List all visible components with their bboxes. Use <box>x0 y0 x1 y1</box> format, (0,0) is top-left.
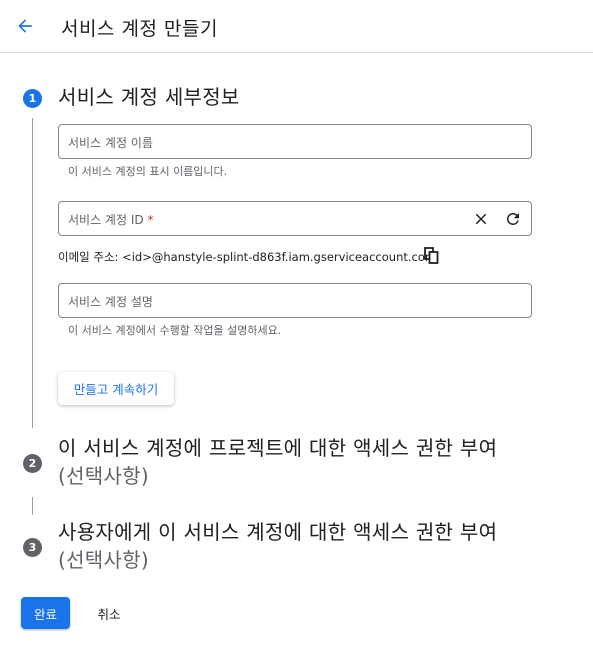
service-account-description-placeholder: 서비스 계정 설명 <box>68 295 153 309</box>
service-account-id-label: 서비스 계정 ID <box>68 213 144 227</box>
copy-icon <box>424 247 439 264</box>
close-icon <box>475 213 487 225</box>
step-1-number: 1 <box>23 89 42 108</box>
step-3-title[interactable]: 사용자에게 이 서비스 계정에 대한 액세스 권한 부여 (선택사항) <box>58 518 497 574</box>
service-account-description-hint: 이 서비스 계정에서 수행할 작업을 설명하세요. <box>68 324 282 337</box>
refresh-icon <box>507 213 519 225</box>
copy-email-button[interactable] <box>424 247 440 265</box>
service-account-id-placeholder: 서비스 계정 ID * <box>68 211 153 228</box>
service-account-name-field[interactable]: 서비스 계정 이름 <box>58 124 532 159</box>
service-account-name-hint: 이 서비스 계정의 표시 이름입니다. <box>68 165 228 178</box>
step-connector-2 <box>32 497 33 515</box>
step-2-title-text: 이 서비스 계정에 프로젝트에 대한 액세스 권한 부여 <box>58 436 498 460</box>
create-and-continue-button[interactable]: 만들고 계속하기 <box>58 372 174 405</box>
step-2-title[interactable]: 이 서비스 계정에 프로젝트에 대한 액세스 권한 부여 (선택사항) <box>58 434 497 490</box>
step-2-number: 2 <box>23 454 42 473</box>
page-title: 서비스 계정 만들기 <box>61 18 218 40</box>
step-3-title-text: 사용자에게 이 서비스 계정에 대한 액세스 권한 부여 <box>58 520 498 544</box>
email-label: 이메일 주소: <box>58 250 119 264</box>
regenerate-id-button[interactable] <box>503 209 523 229</box>
arrow-left-icon <box>18 19 32 33</box>
done-button[interactable]: 완료 <box>21 597 70 629</box>
step-2-optional: (선택사항) <box>58 464 150 488</box>
step-3-optional: (선택사항) <box>58 548 150 572</box>
clear-id-button[interactable] <box>471 209 491 229</box>
step-3-number: 3 <box>23 538 42 557</box>
service-account-id-field[interactable]: 서비스 계정 ID * <box>58 201 532 236</box>
service-account-name-placeholder: 서비스 계정 이름 <box>68 136 153 150</box>
step-1-title: 서비스 계정 세부정보 <box>58 85 240 109</box>
step-connector-1 <box>32 118 33 428</box>
cancel-button[interactable]: 취소 <box>84 597 134 629</box>
email-value: <id>@hanstyle-splint-d863f.iam.gservicea… <box>122 250 437 264</box>
app-header: 서비스 계정 만들기 <box>0 0 593 53</box>
service-account-description-field[interactable]: 서비스 계정 설명 <box>58 283 532 318</box>
back-button[interactable] <box>12 13 38 39</box>
email-address-line: 이메일 주소: <id>@hanstyle-splint-d863f.iam.g… <box>58 249 436 265</box>
required-marker: * <box>147 213 154 227</box>
